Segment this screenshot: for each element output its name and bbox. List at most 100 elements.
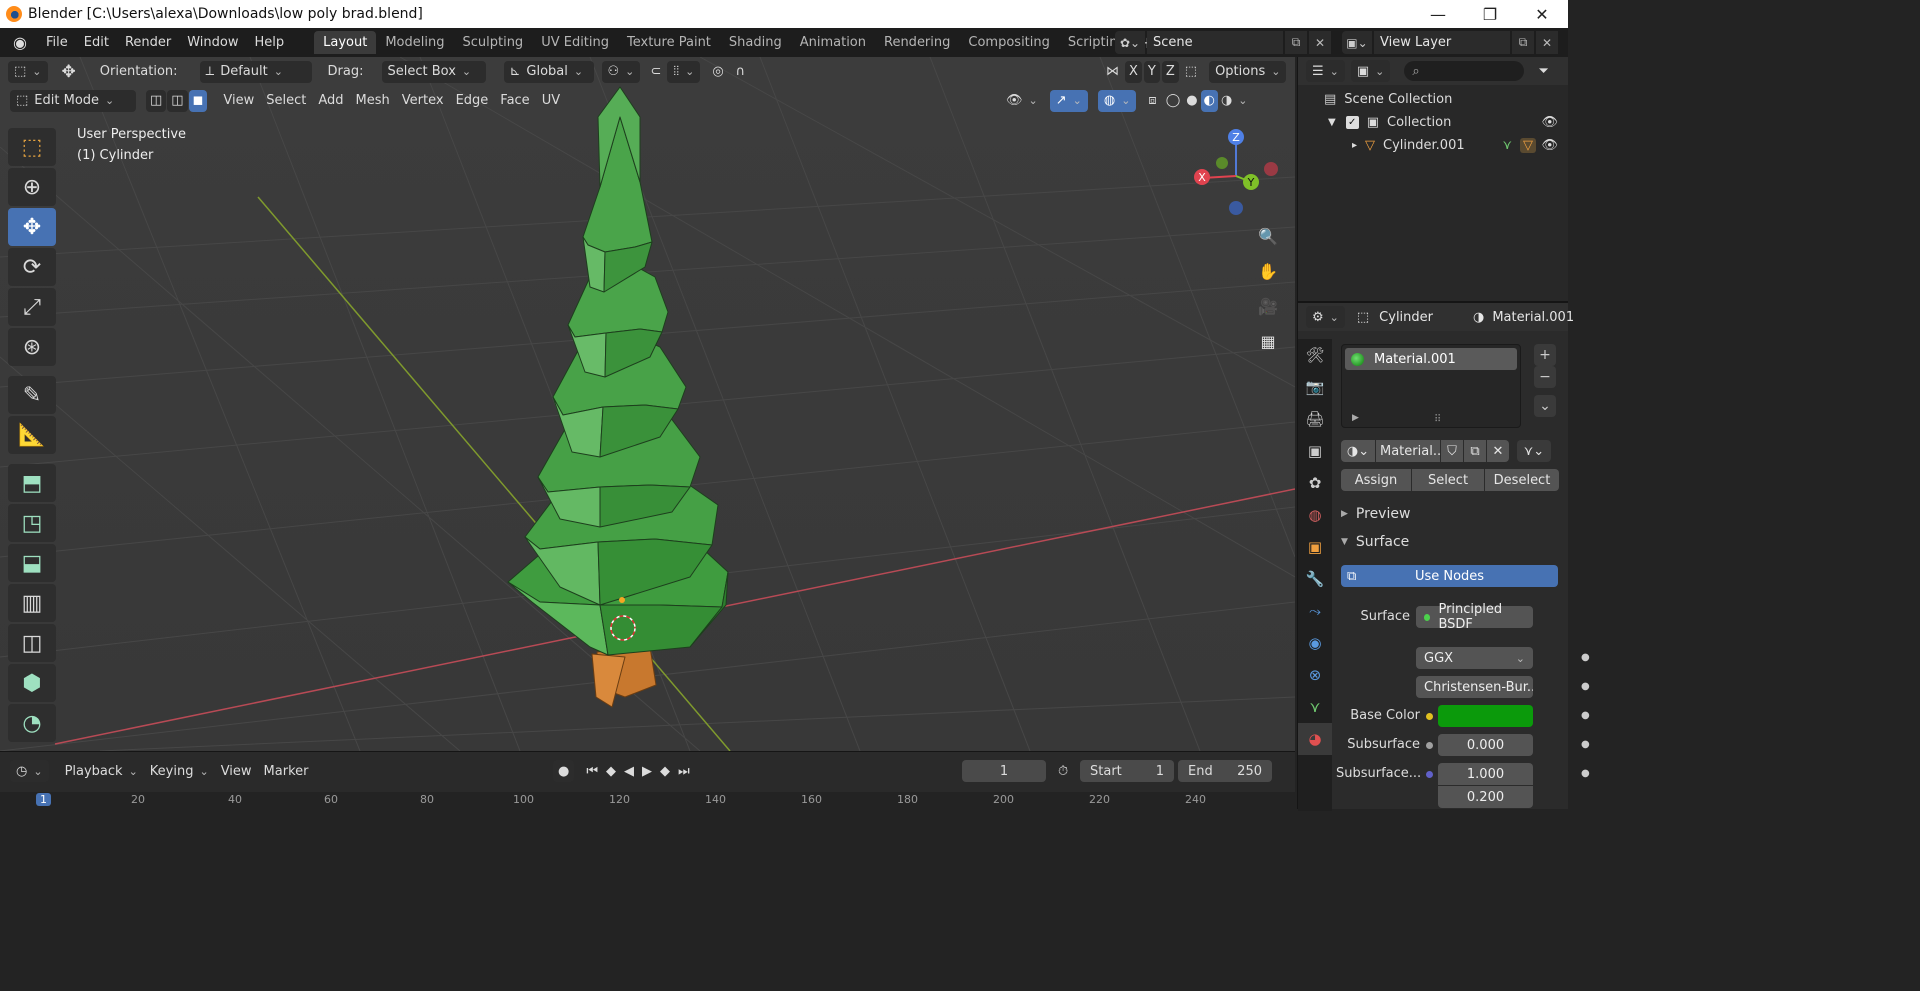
expand-arrow-icon[interactable]: ▸	[1352, 140, 1357, 151]
properties-editor-type-icon[interactable]: ⚙	[1306, 306, 1345, 328]
physics-tab-icon[interactable]: ◉	[1298, 627, 1332, 659]
rendered-shading-icon[interactable]: ◑	[1218, 90, 1251, 112]
delete-view-layer-icon[interactable]: ✕	[1536, 31, 1558, 54]
resize-handle-icon[interactable]: ⠿	[1434, 414, 1441, 425]
keyframe-dot-icon[interactable]: ●	[1581, 768, 1590, 779]
record-keyframe-icon[interactable]: ●	[553, 760, 575, 782]
select-button[interactable]: Select	[1412, 469, 1484, 491]
subsurface-radius-x-field[interactable]: 1.000	[1438, 763, 1533, 785]
keyframe-dot-icon[interactable]: ●	[1581, 710, 1590, 721]
deselect-button[interactable]: Deselect	[1485, 469, 1559, 491]
blender-logo-icon[interactable]: ◉	[10, 33, 30, 53]
marker-menu[interactable]: Marker	[258, 760, 315, 782]
ruler-tick-current[interactable]: 1	[36, 793, 51, 806]
tab-uv-editing[interactable]: UV Editing	[532, 31, 618, 54]
overlay-toggle-icon[interactable]: ◍	[1097, 89, 1137, 112]
object-tab-icon[interactable]: ▣	[1298, 531, 1332, 563]
move-tool-icon[interactable]: ✥	[56, 61, 82, 83]
display-mode-icon[interactable]: ▣	[1350, 60, 1391, 82]
tab-rendering[interactable]: Rendering	[875, 31, 959, 54]
mirror-y-toggle[interactable]: Y	[1143, 60, 1160, 83]
wireframe-shading-icon[interactable]: ◯	[1163, 90, 1184, 112]
subsurface-field[interactable]: 0.000	[1438, 734, 1533, 756]
snap-magnet-icon[interactable]: ⊂	[644, 61, 667, 83]
mirror-x-toggle[interactable]: X	[1125, 60, 1142, 83]
material-slot-list[interactable]: Material.001 ▶ ⠿	[1341, 344, 1521, 428]
auto-merge-icon[interactable]: ⬚	[1179, 61, 1203, 83]
transform-tool-icon[interactable]: ⊛	[8, 328, 56, 366]
zoom-icon[interactable]: 🔍	[1253, 221, 1283, 251]
bevel-tool-icon[interactable]: ⬓	[8, 544, 56, 582]
tool-tab-icon[interactable]: 🛠	[1298, 339, 1332, 371]
gizmo-toggle-icon[interactable]: ↗	[1049, 89, 1088, 112]
view-layer-name-field[interactable]: View Layer	[1374, 31, 1510, 54]
timeline-ruler[interactable]: 1 20 40 60 80 100 120 140 160 180 200 22…	[0, 792, 1295, 810]
outliner-row-scene-collection[interactable]: ▤ Scene Collection	[1298, 88, 1568, 111]
tab-animation[interactable]: Animation	[791, 31, 875, 54]
material-specials-button[interactable]: ⌄	[1534, 395, 1556, 417]
tab-modeling[interactable]: Modeling	[376, 31, 453, 54]
pivot-point-icon[interactable]: ⚇	[601, 60, 641, 83]
link-data-icon[interactable]: ⋎⌄	[1517, 440, 1551, 462]
inset-faces-tool-icon[interactable]: ◳	[8, 504, 56, 542]
collection-visibility-icon[interactable]: 👁	[1541, 115, 1558, 130]
drag-dropdown[interactable]: Select Box	[381, 60, 486, 83]
modifier-edit-icon[interactable]: ▽	[1520, 138, 1536, 153]
menu-window[interactable]: Window	[179, 35, 246, 50]
new-scene-icon[interactable]: ⧉	[1285, 31, 1307, 54]
tab-layout[interactable]: Layout	[314, 31, 377, 54]
transform-orientation-dropdown[interactable]: ⊾ Global	[503, 60, 594, 83]
poly-build-tool-icon[interactable]: ⬢	[8, 664, 56, 702]
material-shading-icon[interactable]: ◐	[1200, 89, 1218, 112]
mode-dropdown[interactable]: ⬚ Edit Mode	[10, 89, 136, 112]
material-slot-item[interactable]: Material.001	[1345, 348, 1517, 370]
move-tool-icon-shelf[interactable]: ✥	[8, 208, 56, 246]
jump-start-icon[interactable]: ⏮	[582, 760, 602, 782]
tab-sculpting[interactable]: Sculpting	[453, 31, 532, 54]
data-tab-icon[interactable]: ⋎	[1298, 691, 1332, 723]
scale-tool-icon[interactable]: ⤢	[8, 288, 56, 326]
keyframe-dot-icon[interactable]: ●	[1581, 681, 1590, 692]
scene-name-field[interactable]: Scene	[1147, 31, 1283, 54]
keyframe-dot-icon[interactable]: ●	[1581, 652, 1590, 663]
filter-icon[interactable]: ⏷	[1532, 60, 1554, 82]
spin-tool-icon[interactable]: ◔	[8, 704, 56, 742]
menu-face[interactable]: Face	[494, 90, 535, 112]
expand-slot-arrow-icon[interactable]: ▶	[1352, 413, 1359, 423]
extrude-tool-icon[interactable]: ⬒	[8, 464, 56, 502]
playback-menu[interactable]: Playback	[59, 760, 144, 782]
mesh-data-icon[interactable]: ⋎	[1502, 138, 1512, 153]
menu-add[interactable]: Add	[312, 90, 349, 112]
keyframe-dot-icon[interactable]: ●	[1581, 739, 1590, 750]
browse-material-icon[interactable]: ◑⌄	[1341, 440, 1375, 462]
rotate-tool-icon[interactable]: ⟳	[8, 248, 56, 286]
orientation-dropdown[interactable]: ⟂ Default	[199, 60, 312, 83]
new-view-layer-icon[interactable]: ⧉	[1512, 31, 1534, 54]
perspective-toggle-icon[interactable]: ▦	[1253, 326, 1283, 356]
material-tab-icon[interactable]: ◕	[1298, 723, 1332, 755]
scene-tab-icon[interactable]: ✿	[1298, 467, 1332, 499]
prev-keyframe-icon[interactable]: ◆	[602, 760, 620, 782]
xray-toggle-icon[interactable]: ⧈	[1142, 90, 1162, 112]
subsurface-method-dropdown[interactable]: Christensen-Bur...	[1416, 676, 1533, 698]
world-tab-icon[interactable]: ◍	[1298, 499, 1332, 531]
menu-edge[interactable]: Edge	[450, 90, 495, 112]
subsurface-socket-icon[interactable]	[1426, 742, 1433, 749]
outliner-editor-type-icon[interactable]: ☰	[1306, 60, 1345, 82]
start-frame-field[interactable]: Start 1	[1080, 760, 1174, 782]
knife-tool-icon[interactable]: ◫	[8, 624, 56, 662]
timeline-view-menu[interactable]: View	[215, 760, 258, 782]
play-icon[interactable]: ▶	[638, 760, 656, 782]
tab-shading[interactable]: Shading	[720, 31, 791, 54]
delete-scene-icon[interactable]: ✕	[1309, 31, 1331, 54]
mirror-axes-icon[interactable]: ⋈	[1100, 61, 1125, 83]
solid-shading-icon[interactable]: ●	[1183, 90, 1200, 112]
visibility-eye-icon[interactable]: 👁	[1000, 90, 1044, 112]
play-reverse-icon[interactable]: ◀	[620, 760, 638, 782]
duplicate-material-icon[interactable]: ⧉	[1464, 440, 1486, 462]
tab-texture-paint[interactable]: Texture Paint	[618, 31, 720, 54]
material-name-field[interactable]: Material...	[1376, 440, 1440, 462]
face-select-mode-icon[interactable]: ◼	[188, 89, 208, 112]
subsurface-radius-y-field[interactable]: 0.200	[1438, 786, 1533, 808]
subsurface-radius-socket-icon[interactable]	[1426, 771, 1433, 778]
